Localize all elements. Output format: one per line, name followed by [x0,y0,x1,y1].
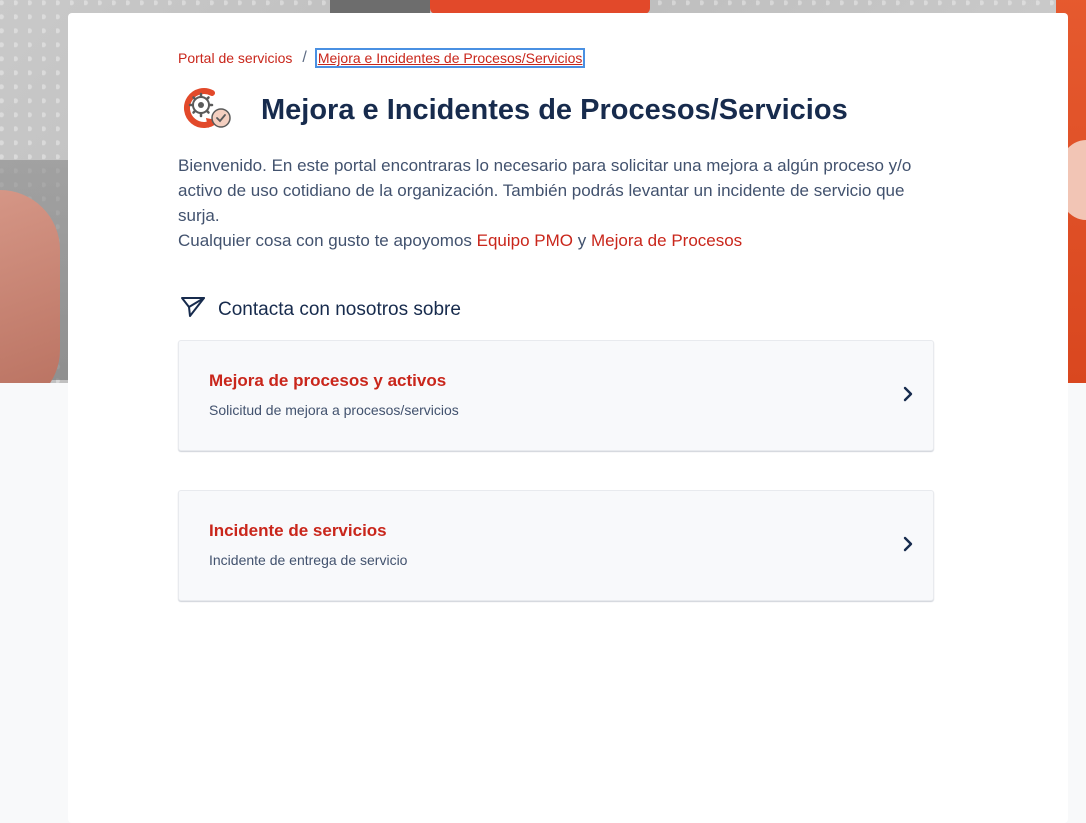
request-type-description: Solicitud de mejora a procesos/servicios [209,402,459,418]
banner-decoration [0,190,60,383]
chevron-right-icon [901,385,915,403]
page-header: Mejora e Incidentes de Procesos/Servicio… [182,87,848,133]
intro-connector: y [577,231,587,250]
section-title: Contacta con nosotros sobre [218,298,461,320]
breadcrumb-current-link[interactable]: Mejora e Incidentes de Procesos/Servicio… [314,48,586,68]
intro-text: Bienvenido. En este portal encontraras l… [178,156,912,225]
banner-decoration [430,0,650,14]
page-title: Mejora e Incidentes de Procesos/Servicio… [261,93,848,126]
request-type-mejora-card[interactable]: Mejora de procesos y activos Solicitud d… [178,340,934,451]
breadcrumb-separator: / [302,49,307,66]
request-type-title: Incidente de servicios [209,521,387,540]
intro-contact-text: Cualquier cosa con gusto te apoyomos [178,231,472,250]
intro-contact-line: Cualquier cosa con gusto te apoyomos Equ… [178,228,938,253]
mejora-procesos-link[interactable]: Mejora de Procesos [591,231,742,250]
portal-description: Bienvenido. En este portal encontraras l… [178,153,938,253]
request-type-description: Incidente de entrega de servicio [209,552,408,568]
breadcrumb: Portal de servicios / Mejora e Incidente… [178,48,586,68]
breadcrumb-home-link[interactable]: Portal de servicios [178,50,292,66]
gear-refresh-icon [182,87,236,133]
request-type-incidente-card[interactable]: Incidente de servicios Incidente de entr… [178,490,934,601]
send-icon [180,295,206,324]
section-header: Contacta con nosotros sobre [180,295,461,324]
banner-decoration [330,0,430,14]
portal-card: Portal de servicios / Mejora e Incidente… [68,13,1068,823]
chevron-right-icon [901,535,915,553]
request-type-title: Mejora de procesos y activos [209,371,447,390]
equipo-pmo-link[interactable]: Equipo PMO [477,231,573,250]
